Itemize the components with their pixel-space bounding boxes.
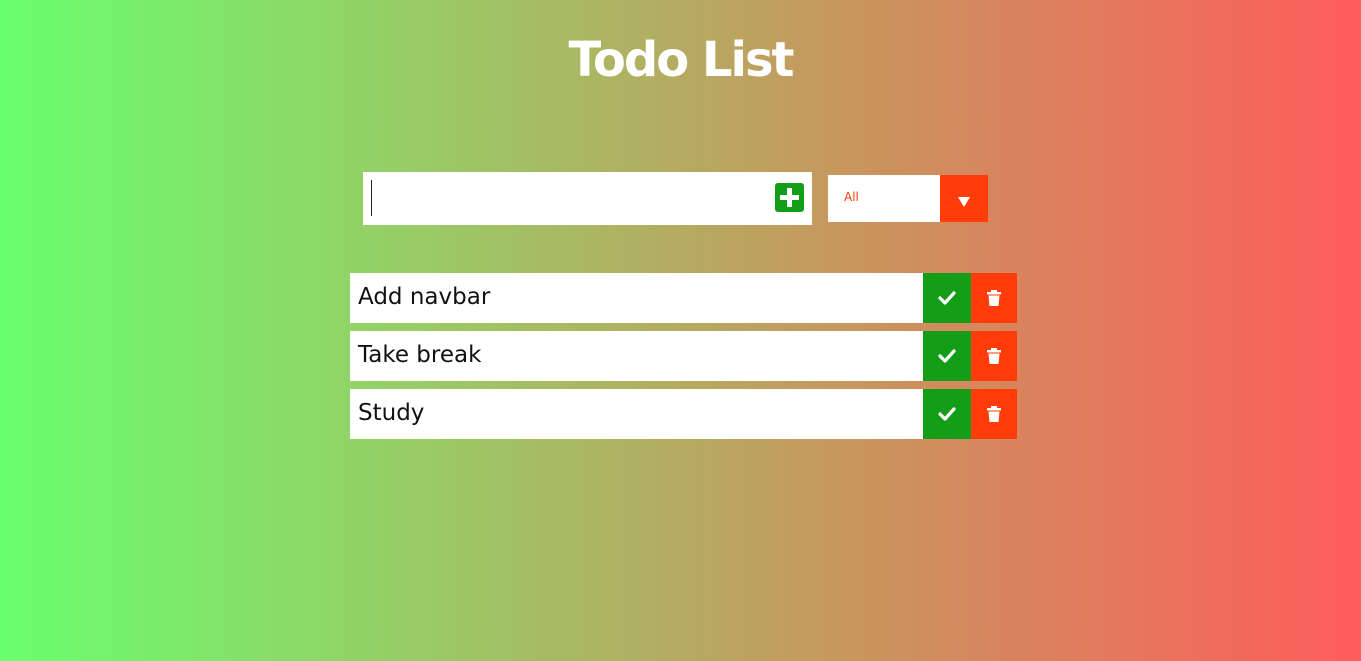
trash-icon: [987, 348, 1001, 364]
add-todo-button[interactable]: [775, 183, 804, 212]
todo-form: [363, 172, 812, 225]
check-icon: [938, 407, 956, 421]
todo-item: Add navbar: [350, 273, 1017, 323]
filter-select[interactable]: All: [828, 175, 988, 222]
delete-button[interactable]: [971, 389, 1017, 439]
complete-button[interactable]: [923, 273, 971, 323]
todo-text: Add navbar: [358, 284, 491, 310]
todo-input[interactable]: [371, 180, 761, 217]
todo-item: Study: [350, 389, 1017, 439]
trash-icon: [987, 406, 1001, 422]
complete-button[interactable]: [923, 331, 971, 381]
todo-text: Take break: [358, 342, 482, 368]
delete-button[interactable]: [971, 331, 1017, 381]
filter-arrow[interactable]: [940, 175, 988, 222]
todo-text: Study: [358, 400, 425, 426]
check-icon: [938, 349, 956, 363]
trash-icon: [987, 290, 1001, 306]
chevron-down-icon: [958, 197, 970, 207]
delete-button[interactable]: [971, 273, 1017, 323]
text-caret: [371, 180, 372, 216]
page-title: Todo List: [568, 32, 795, 88]
check-icon: [938, 291, 956, 305]
complete-button[interactable]: [923, 389, 971, 439]
filter-selected-value: All: [844, 190, 859, 204]
todo-item: Take break: [350, 331, 1017, 381]
todo-list: Add navbar Take break Study: [350, 273, 1017, 447]
plus-square-icon: [775, 183, 804, 212]
